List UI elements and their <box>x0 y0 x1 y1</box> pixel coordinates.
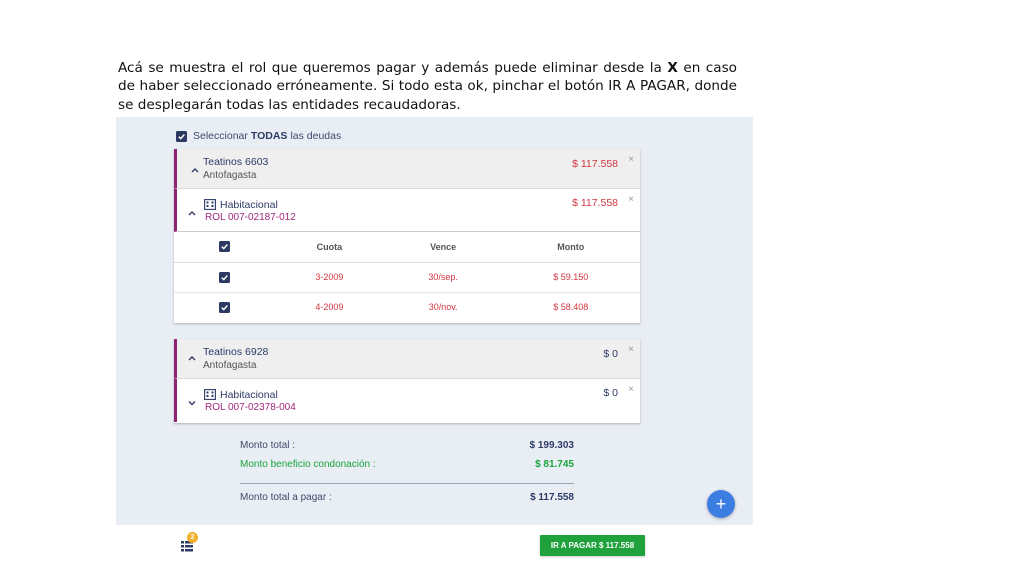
total-value: $ 199.303 <box>529 440 575 451</box>
column-header-cuota: Cuota <box>274 232 385 263</box>
close-icon[interactable]: × <box>628 345 634 355</box>
check-icon <box>220 244 228 250</box>
header-checkbox-cell[interactable] <box>174 232 274 263</box>
benefit-row: Monto beneficio condonación : $ 81.745 <box>240 459 574 473</box>
table-header-row: Cuota Vence Monto <box>174 232 640 263</box>
group-amount: $ 117.558 <box>572 158 618 170</box>
select-all-bold: TODAS <box>250 130 288 142</box>
cell-monto: $ 59.150 <box>501 262 640 293</box>
group-city: Antofagasta <box>203 360 257 371</box>
property-type: Habitacional <box>220 389 278 401</box>
property-header[interactable]: Habitacional ROL 007-02187-012 $ 117.558… <box>174 189 640 232</box>
table-row: 3-2009 30/sep. $ 59.150 <box>174 262 640 293</box>
property-amount: $ 117.558 <box>572 197 618 209</box>
select-all-checkbox[interactable] <box>176 130 187 142</box>
close-icon[interactable]: × <box>628 195 634 205</box>
property-rol: ROL 007-02378-004 <box>205 402 296 413</box>
check-icon <box>178 133 185 140</box>
cell-monto: $ 58.408 <box>553 302 589 313</box>
chevron-up-icon[interactable] <box>190 162 200 173</box>
group-city: Antofagasta <box>203 170 257 181</box>
building-icon <box>204 197 216 210</box>
row-checkbox-cell[interactable] <box>174 292 274 322</box>
cell-cuota: 3-2009 <box>274 262 385 293</box>
cell-vence: 30/sep. <box>384 262 502 293</box>
chevron-up-icon[interactable] <box>187 350 197 361</box>
cuotas-table: Cuota Vence Monto 3-2009 30/sep. $ 59.15… <box>174 232 640 322</box>
cell-vence: 30/nov. <box>428 302 458 313</box>
benefit-value: $ 81.745 <box>535 459 574 470</box>
intro-bold-x: X <box>667 60 678 76</box>
intro-part1: Acá se muestra el rol que queremos pagar… <box>118 60 668 76</box>
debt-group-card: Teatinos 6603 Antofagasta $ 117.558 × Ha… <box>174 149 640 323</box>
pay-total-value: $ 117.558 <box>530 492 574 503</box>
add-button[interactable]: + <box>707 490 735 518</box>
pay-total-label: Monto total a pagar : <box>240 492 332 503</box>
totals-divider <box>240 483 574 484</box>
cell-cuota: 4-2009 <box>315 302 344 313</box>
total-label: Monto total : <box>240 440 296 451</box>
header-checkbox[interactable] <box>218 241 230 253</box>
property-amount: $ 0 <box>603 387 618 399</box>
select-all-prefix: Seleccionar <box>193 130 248 142</box>
group-header[interactable]: Teatinos 6603 Antofagasta $ 117.558 × <box>174 149 640 189</box>
pay-total-row: Monto total a pagar : $ 117.558 <box>240 492 574 506</box>
select-all-row[interactable]: Seleccionar TODAS las deudas <box>176 129 341 143</box>
select-all-suffix: las deudas <box>290 130 342 142</box>
building-icon <box>204 387 216 400</box>
intro-text: Acá se muestra el rol que queremos pagar… <box>118 59 737 114</box>
property-type: Habitacional <box>220 199 278 211</box>
row-checkbox[interactable] <box>218 271 230 283</box>
property-header[interactable]: Habitacional ROL 007-02378-004 $ 0 × <box>174 379 640 422</box>
column-header-vence: Vence <box>384 232 502 263</box>
close-icon[interactable]: × <box>628 155 634 165</box>
check-icon <box>220 274 228 281</box>
column-header-monto: Monto <box>501 232 640 263</box>
group-name: Teatinos 6928 <box>203 346 269 358</box>
check-icon <box>220 304 228 311</box>
property-rol: ROL 007-02187-012 <box>205 212 296 223</box>
close-icon[interactable]: × <box>628 385 634 395</box>
row-checkbox[interactable] <box>218 301 230 313</box>
cart-count-badge: 2 <box>187 532 198 543</box>
chevron-down-icon[interactable] <box>187 395 197 406</box>
row-checkbox-cell[interactable] <box>174 262 274 293</box>
go-to-pay-button[interactable]: IR A PAGAR $ 117.558 <box>540 535 645 556</box>
group-header[interactable]: Teatinos 6928 Antofagasta $ 0 × <box>174 339 640 379</box>
benefit-label: Monto beneficio condonación : <box>240 459 376 470</box>
debt-group-card: Teatinos 6928 Antofagasta $ 0 × Habitaci… <box>174 339 640 423</box>
table-row: 4-2009 30/nov. $ 58.408 <box>174 292 640 322</box>
chevron-up-icon[interactable] <box>187 205 197 216</box>
group-amount: $ 0 <box>603 348 618 360</box>
total-row: Monto total : $ 199.303 <box>240 440 574 454</box>
group-name: Teatinos 6603 <box>203 156 269 168</box>
